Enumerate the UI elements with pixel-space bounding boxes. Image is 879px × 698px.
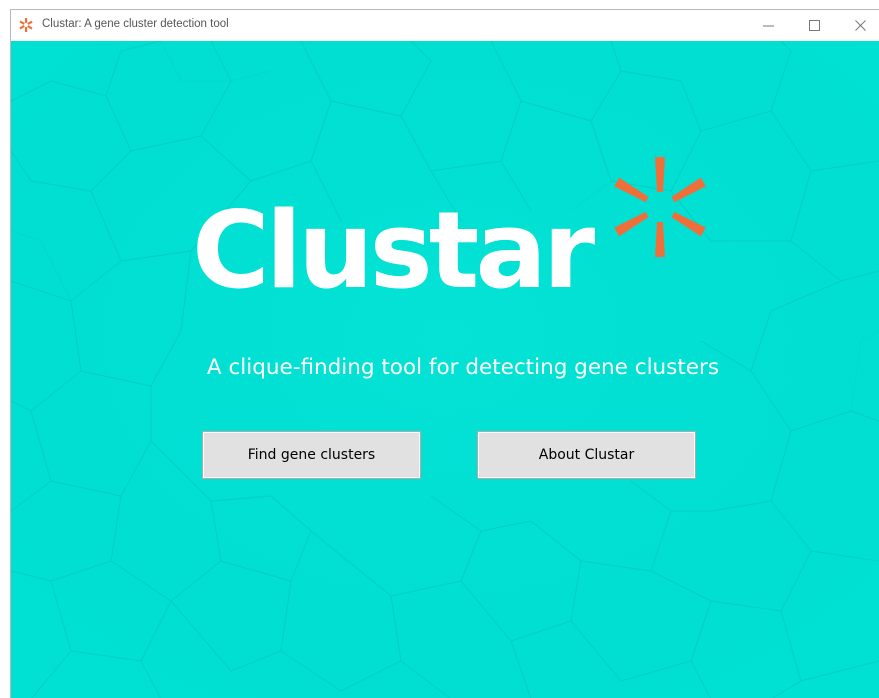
asterisk-logo-icon bbox=[614, 157, 706, 257]
close-button[interactable] bbox=[838, 10, 879, 41]
clustar-star-icon bbox=[19, 18, 33, 32]
minimize-icon bbox=[763, 25, 774, 27]
about-clustar-button[interactable]: About Clustar bbox=[477, 431, 696, 479]
app-window: Clustar: A gene cluster detection tool C… bbox=[10, 9, 879, 698]
tagline: A clique-finding tool for detecting gene… bbox=[206, 355, 720, 380]
minimize-button[interactable] bbox=[746, 10, 792, 41]
find-gene-clusters-button[interactable]: Find gene clusters bbox=[202, 431, 421, 479]
title-bar[interactable]: Clustar: A gene cluster detection tool bbox=[11, 10, 879, 41]
logo-wordmark: Clustar bbox=[192, 189, 595, 312]
maximize-button[interactable] bbox=[792, 10, 838, 41]
maximize-icon bbox=[809, 20, 820, 31]
window-title: Clustar: A gene cluster detection tool bbox=[42, 18, 229, 30]
main-content: Clustar A clique-finding tool for detect… bbox=[11, 41, 879, 698]
close-icon bbox=[855, 20, 866, 31]
